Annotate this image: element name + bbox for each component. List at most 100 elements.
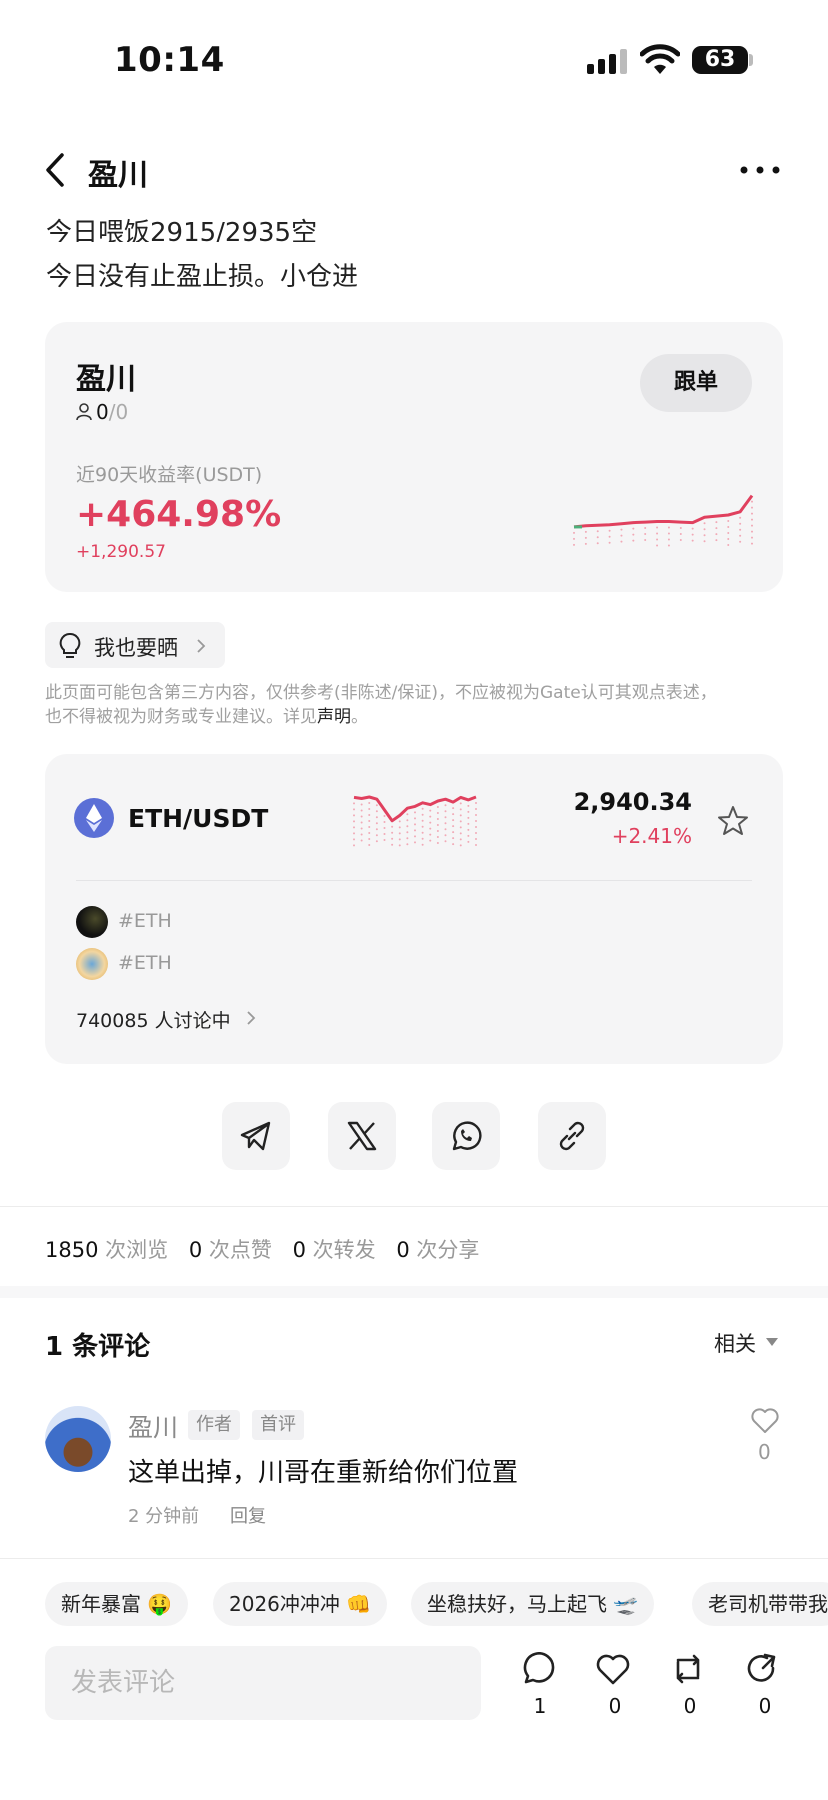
wifi-icon bbox=[640, 44, 680, 74]
battery-indicator: 63 bbox=[692, 46, 748, 74]
star-icon[interactable] bbox=[716, 804, 750, 838]
sparkline-dot bbox=[739, 540, 742, 543]
share-whatsapp-button[interactable] bbox=[432, 1102, 500, 1170]
sparkline-dot bbox=[667, 526, 670, 529]
section-divider bbox=[0, 1206, 828, 1207]
sparkline-dot bbox=[475, 826, 477, 829]
sparkline-dot bbox=[452, 837, 455, 840]
sparkline-dot bbox=[429, 809, 432, 812]
sparkline-dot bbox=[656, 526, 659, 529]
share-action[interactable] bbox=[745, 1652, 785, 1688]
sparkline-dot bbox=[459, 826, 462, 829]
sparkline-dot bbox=[739, 522, 742, 525]
quick-reply-chip[interactable]: 坐稳扶好，马上起飞 🛫 bbox=[411, 1582, 655, 1626]
sparkline-dot bbox=[398, 826, 401, 829]
x-icon bbox=[347, 1121, 377, 1151]
sparkline-dot bbox=[444, 828, 447, 831]
comment-author[interactable]: 盈川 bbox=[128, 1408, 178, 1444]
heart-icon[interactable] bbox=[750, 1406, 780, 1434]
share-telegram-button[interactable] bbox=[222, 1102, 290, 1170]
copy-trade-button[interactable]: 跟单 bbox=[640, 354, 752, 412]
comments-sort-dropdown[interactable]: 相关 bbox=[714, 1328, 756, 1358]
sparkline-dot bbox=[391, 825, 394, 828]
sparkline-dot bbox=[459, 832, 462, 835]
sparkline-dot bbox=[751, 500, 753, 503]
sparkline-dot bbox=[573, 531, 575, 534]
like-action[interactable] bbox=[595, 1652, 635, 1688]
sparkline-dot bbox=[375, 834, 378, 837]
sparkline-dot bbox=[656, 538, 659, 541]
back-arrow-icon[interactable] bbox=[44, 152, 66, 188]
sparkline-dot bbox=[421, 843, 424, 846]
whatsapp-icon bbox=[452, 1121, 482, 1151]
sparkline-dot bbox=[715, 533, 718, 536]
sparkline-dot bbox=[383, 815, 386, 817]
sparkline-dot bbox=[452, 843, 455, 846]
trading-pair[interactable]: ETH/USDT bbox=[128, 804, 268, 833]
sparkline-dot bbox=[421, 819, 424, 822]
quick-reply-chip[interactable]: 老司机带带我 bbox=[692, 1582, 828, 1626]
sparkline-dot bbox=[703, 522, 706, 525]
sparkline-dot bbox=[414, 835, 416, 838]
sparkline-dot bbox=[353, 808, 355, 811]
sparkline-dot bbox=[406, 837, 409, 840]
avatar[interactable] bbox=[45, 1406, 111, 1472]
sparkline-dot bbox=[467, 834, 470, 837]
caret-down-icon bbox=[766, 1338, 778, 1346]
shares-label: 次分享 bbox=[416, 1238, 480, 1262]
sparkline-dot bbox=[620, 540, 623, 543]
tag-avatar bbox=[76, 906, 108, 938]
disclaimer-link[interactable]: 声明 bbox=[317, 707, 351, 727]
sparkline-dot bbox=[414, 811, 416, 814]
sparkline-dot bbox=[444, 810, 447, 813]
sparkline-dot bbox=[459, 814, 462, 817]
sparkline-dot bbox=[475, 844, 477, 847]
disclaimer-line1: 此页面可能包含第三方内容，仅供参考(非陈述/保证)，不应被视为Gate认可其观点… bbox=[45, 683, 717, 703]
trader-name: 盈川 bbox=[76, 362, 136, 397]
tag-avatar bbox=[76, 948, 108, 980]
sparkline-dot bbox=[467, 840, 470, 843]
quick-reply-chip[interactable]: 2026冲冲冲 👊 bbox=[213, 1582, 388, 1626]
sparkline-dot bbox=[691, 539, 694, 542]
share-x-button[interactable] bbox=[328, 1102, 396, 1170]
disclaimer-line2: 也不得被视为财务或专业建议。详见声明。 bbox=[45, 702, 368, 727]
sparkline-dot bbox=[444, 804, 447, 807]
sparkline-dot bbox=[703, 534, 706, 537]
reposts-label: 次转发 bbox=[312, 1238, 376, 1262]
comments-title: 1 条评论 bbox=[45, 1332, 151, 1362]
copy-link-button[interactable] bbox=[538, 1102, 606, 1170]
quick-reply-chip[interactable]: 新年暴富 🤑 bbox=[45, 1582, 189, 1626]
sparkline-dot bbox=[360, 821, 363, 824]
sparkline-dot bbox=[368, 844, 371, 847]
sparkline-dot bbox=[383, 827, 386, 829]
likes-count: 0 bbox=[188, 1238, 203, 1262]
share-arrow-icon bbox=[747, 1653, 776, 1682]
sparkline-dot bbox=[475, 832, 477, 835]
sparkline-dot bbox=[436, 830, 439, 832]
card-divider bbox=[76, 880, 752, 881]
followers-max: /0 bbox=[108, 400, 129, 424]
sparkline-dot bbox=[727, 520, 730, 523]
chevron-right-icon bbox=[247, 1011, 256, 1025]
comment-input[interactable] bbox=[45, 1646, 481, 1720]
sparkline-dot bbox=[679, 533, 682, 536]
topic-tag[interactable]: #ETH bbox=[118, 952, 172, 974]
topic-tag[interactable]: #ETH bbox=[118, 910, 172, 932]
comment-action[interactable] bbox=[520, 1652, 560, 1688]
sparkline-dot bbox=[584, 530, 587, 533]
more-options-icon[interactable] bbox=[740, 166, 780, 174]
followers-count: 0 bbox=[96, 400, 109, 424]
discussion-count[interactable]: 740085 人讨论中 bbox=[76, 1006, 231, 1033]
sparkline-dot bbox=[360, 827, 363, 830]
sparkline-dot bbox=[727, 544, 730, 547]
post-text-line2: 今日没有止盈止损。小仓进 bbox=[46, 262, 359, 292]
sparkline-dot bbox=[596, 536, 599, 539]
sparkline-dot bbox=[608, 529, 611, 532]
first-comment-badge: 首评 bbox=[252, 1410, 304, 1440]
sparkline-dot bbox=[452, 825, 455, 828]
repost-action[interactable] bbox=[670, 1652, 710, 1688]
sparkline-dot bbox=[656, 544, 659, 547]
reply-button[interactable]: 回复 bbox=[230, 1502, 266, 1528]
sparkline-dot bbox=[475, 814, 477, 817]
sparkline-dot bbox=[667, 538, 670, 541]
